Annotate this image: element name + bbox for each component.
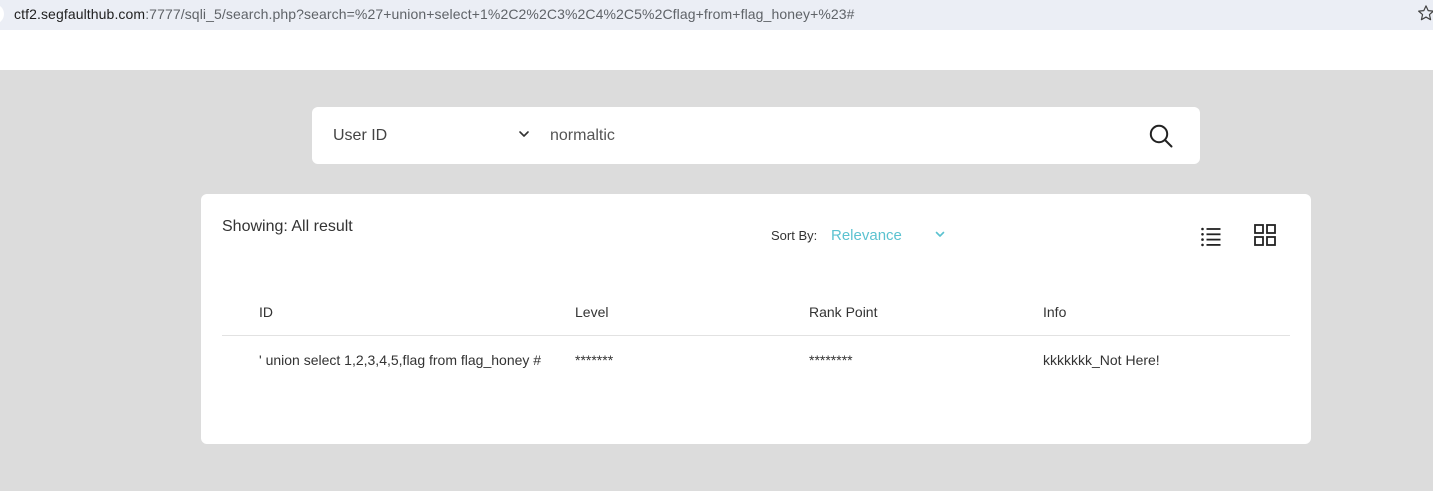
address-url[interactable]: ctf2.segfaulthub.com:7777/sqli_5/search.…: [14, 6, 855, 22]
search-icon[interactable]: [1148, 123, 1174, 149]
column-header-id: ID: [259, 304, 273, 320]
sort-by-label: Sort By:: [771, 228, 818, 243]
list-view-icon[interactable]: [1200, 225, 1222, 247]
cell-rank-point: ********: [809, 352, 853, 368]
search-input[interactable]: [550, 119, 1110, 152]
column-header-rank-point: Rank Point: [809, 304, 878, 320]
bookmark-star-icon[interactable]: [1417, 4, 1433, 24]
sort-select[interactable]: Relevance: [831, 227, 902, 244]
url-path: :7777/sqli_5/search.php?search=%27+union…: [145, 6, 855, 22]
address-bar-edge: [0, 4, 4, 24]
browser-address-bar[interactable]: ctf2.segfaulthub.com:7777/sqli_5/search.…: [0, 0, 1433, 30]
column-header-info: Info: [1043, 304, 1067, 320]
results-table-header: ID Level Rank Point Info: [222, 304, 1290, 336]
results-panel: Showing: All result Sort By: Relevance I…: [201, 194, 1311, 444]
chevron-down-icon[interactable]: [517, 127, 531, 141]
cell-id: ' union select 1,2,3,4,5,flag from flag_…: [259, 352, 542, 368]
cell-info: kkkkkkk_Not Here!: [1043, 352, 1160, 368]
table-row: ' union select 1,2,3,4,5,flag from flag_…: [222, 352, 1290, 376]
grid-view-icon[interactable]: [1254, 224, 1276, 246]
page-header-space: [0, 30, 1433, 70]
search-bar: User ID: [312, 107, 1200, 164]
column-header-level: Level: [575, 304, 609, 320]
cell-level: *******: [575, 352, 614, 368]
showing-label: Showing: All result: [222, 218, 353, 235]
search-field-selected: User ID: [333, 126, 388, 144]
url-host: ctf2.segfaulthub.com: [14, 6, 146, 22]
chevron-down-icon[interactable]: [934, 228, 946, 240]
search-field-select[interactable]: User ID: [333, 107, 533, 164]
